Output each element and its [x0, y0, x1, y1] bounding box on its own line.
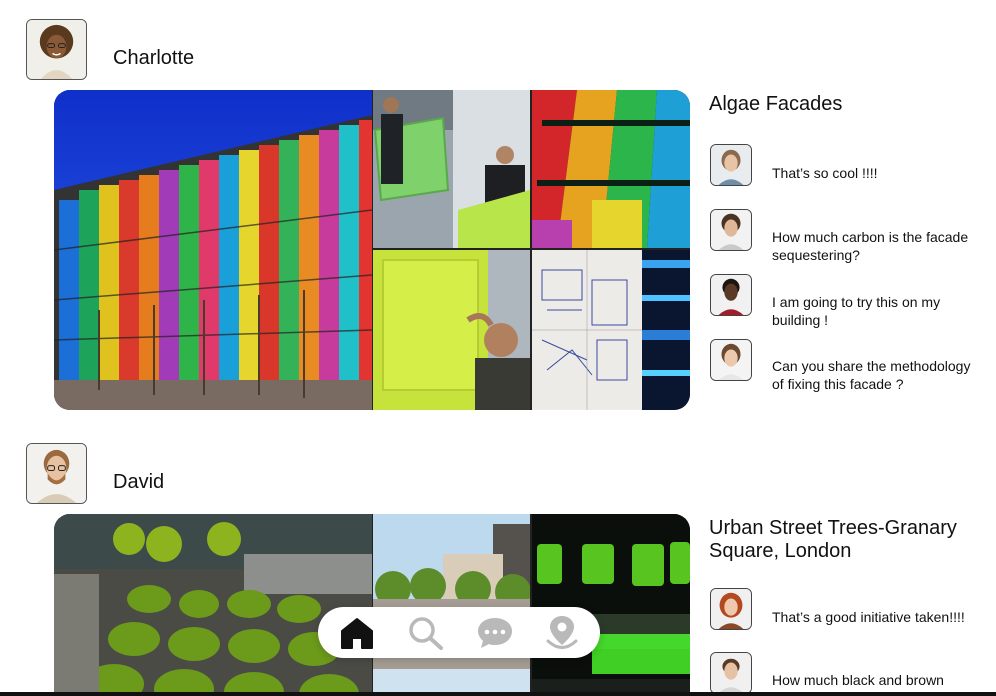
nav-messages-button[interactable]	[473, 612, 517, 654]
nav-search-button[interactable]	[404, 612, 448, 654]
user-avatar[interactable]	[26, 19, 87, 80]
home-icon	[341, 618, 373, 649]
commenter-avatar[interactable]	[710, 209, 752, 251]
gallery-photo[interactable]	[373, 514, 530, 696]
commenter-avatar-icon	[711, 145, 751, 185]
user-avatar-icon	[27, 20, 86, 79]
username[interactable]: Charlotte	[113, 47, 194, 70]
comment-text: How much carbon is the facade sequesteri…	[772, 229, 969, 263]
commenter-avatar[interactable]	[710, 588, 752, 630]
user-avatar[interactable]	[26, 443, 87, 504]
comment-text: That’s so cool !!!!	[772, 165, 878, 181]
commenter-avatar-icon	[711, 340, 751, 380]
gallery-photo[interactable]	[373, 250, 530, 410]
comment: That’s so cool !!!!	[709, 144, 979, 204]
commenter-avatar-icon	[711, 210, 751, 250]
gallery-photo[interactable]	[532, 514, 690, 696]
screen-bottom-edge	[0, 692, 996, 696]
username[interactable]: David	[113, 471, 164, 494]
bottom-nav-bar	[318, 607, 600, 658]
nav-home-button[interactable]	[335, 612, 379, 654]
commenter-avatar[interactable]	[710, 339, 752, 381]
comment-text: I am going to try this on my building !	[772, 294, 941, 328]
commenter-avatar-icon	[711, 653, 751, 693]
gallery-photo[interactable]	[54, 514, 372, 696]
chat-bubble-icon	[478, 618, 512, 648]
gallery-photo[interactable]	[373, 90, 530, 248]
post-title: Urban Street Trees-Granary Square, Londo…	[709, 517, 957, 562]
commenter-avatar[interactable]	[710, 274, 752, 316]
comment-text: Can you share the methodology of fixing …	[772, 358, 971, 392]
commenter-avatar[interactable]	[710, 144, 752, 186]
comment: How much carbon is the facade sequesteri…	[709, 209, 979, 269]
comment-text: That’s a good initiative taken!!!!	[772, 609, 965, 625]
comment-text: How much black and brown	[772, 672, 944, 688]
user-avatar-icon	[27, 444, 86, 503]
commenter-avatar-icon	[711, 275, 751, 315]
gallery-photo[interactable]	[532, 250, 642, 410]
post-title: Algae Facades	[709, 93, 843, 115]
gallery-photo[interactable]	[642, 250, 690, 410]
map-pin-icon	[546, 616, 578, 649]
comment: How much black and brown	[709, 652, 979, 696]
photo-gallery[interactable]	[54, 514, 690, 696]
comment: I am going to try this on my building !	[709, 274, 979, 334]
comment: That’s a good initiative taken!!!!	[709, 588, 979, 648]
commenter-avatar[interactable]	[710, 652, 752, 694]
gallery-photo[interactable]	[54, 90, 372, 410]
nav-map-button[interactable]	[540, 612, 584, 654]
photo-gallery[interactable]	[54, 90, 690, 410]
gallery-photo[interactable]	[532, 90, 690, 248]
search-icon	[409, 617, 443, 650]
comment: Can you share the methodology of fixing …	[709, 339, 979, 399]
commenter-avatar-icon	[711, 589, 751, 629]
